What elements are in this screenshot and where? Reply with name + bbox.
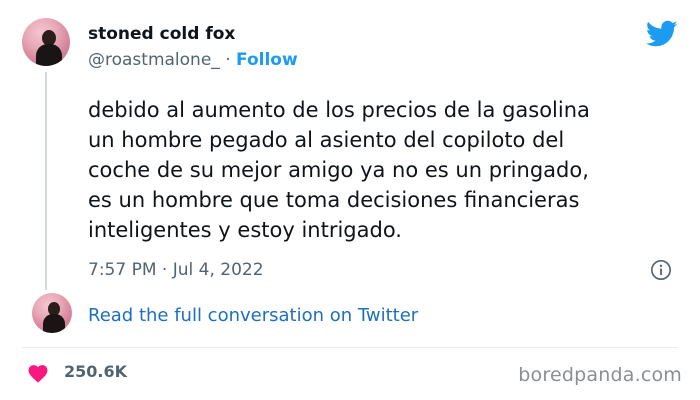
author-avatar[interactable] (22, 18, 70, 66)
tweet-text-line: un hombre pegado al asiento del copiloto… (88, 128, 565, 152)
source-watermark: boredpanda.com (518, 364, 682, 386)
tweet-timestamp[interactable]: 7:57 PM · Jul 4, 2022 (88, 260, 264, 280)
tweet-text-line: es un hombre que toma decisiones financi… (88, 188, 580, 212)
thread-connector-line (45, 72, 47, 290)
tweet-text-line: debido al aumento de los precios de la g… (88, 98, 590, 122)
info-icon[interactable] (650, 259, 672, 281)
divider (22, 347, 678, 348)
like-count[interactable]: 250.6K (64, 362, 127, 381)
reply-avatar[interactable] (32, 293, 72, 333)
separator-dot: · (225, 50, 231, 70)
tweet-text: debido al aumento de los precios de la g… (88, 95, 688, 245)
embedded-tweet-card: stoned cold fox @roastmalone_ · Follow d… (0, 0, 700, 400)
author-handle[interactable]: @roastmalone_ (88, 50, 220, 70)
follow-link[interactable]: Follow (236, 50, 298, 70)
heart-icon[interactable] (27, 363, 49, 383)
tweet-text-line: inteligentes y estoy intrigado. (88, 218, 402, 242)
read-conversation-link[interactable]: Read the full conversation on Twitter (88, 305, 418, 326)
author-display-name[interactable]: stoned cold fox (88, 24, 235, 44)
twitter-bird-icon[interactable] (646, 20, 678, 48)
tweet-text-line: coche de su mejor amigo ya no es un prin… (88, 158, 589, 182)
author-handle-row: @roastmalone_ · Follow (88, 50, 298, 70)
